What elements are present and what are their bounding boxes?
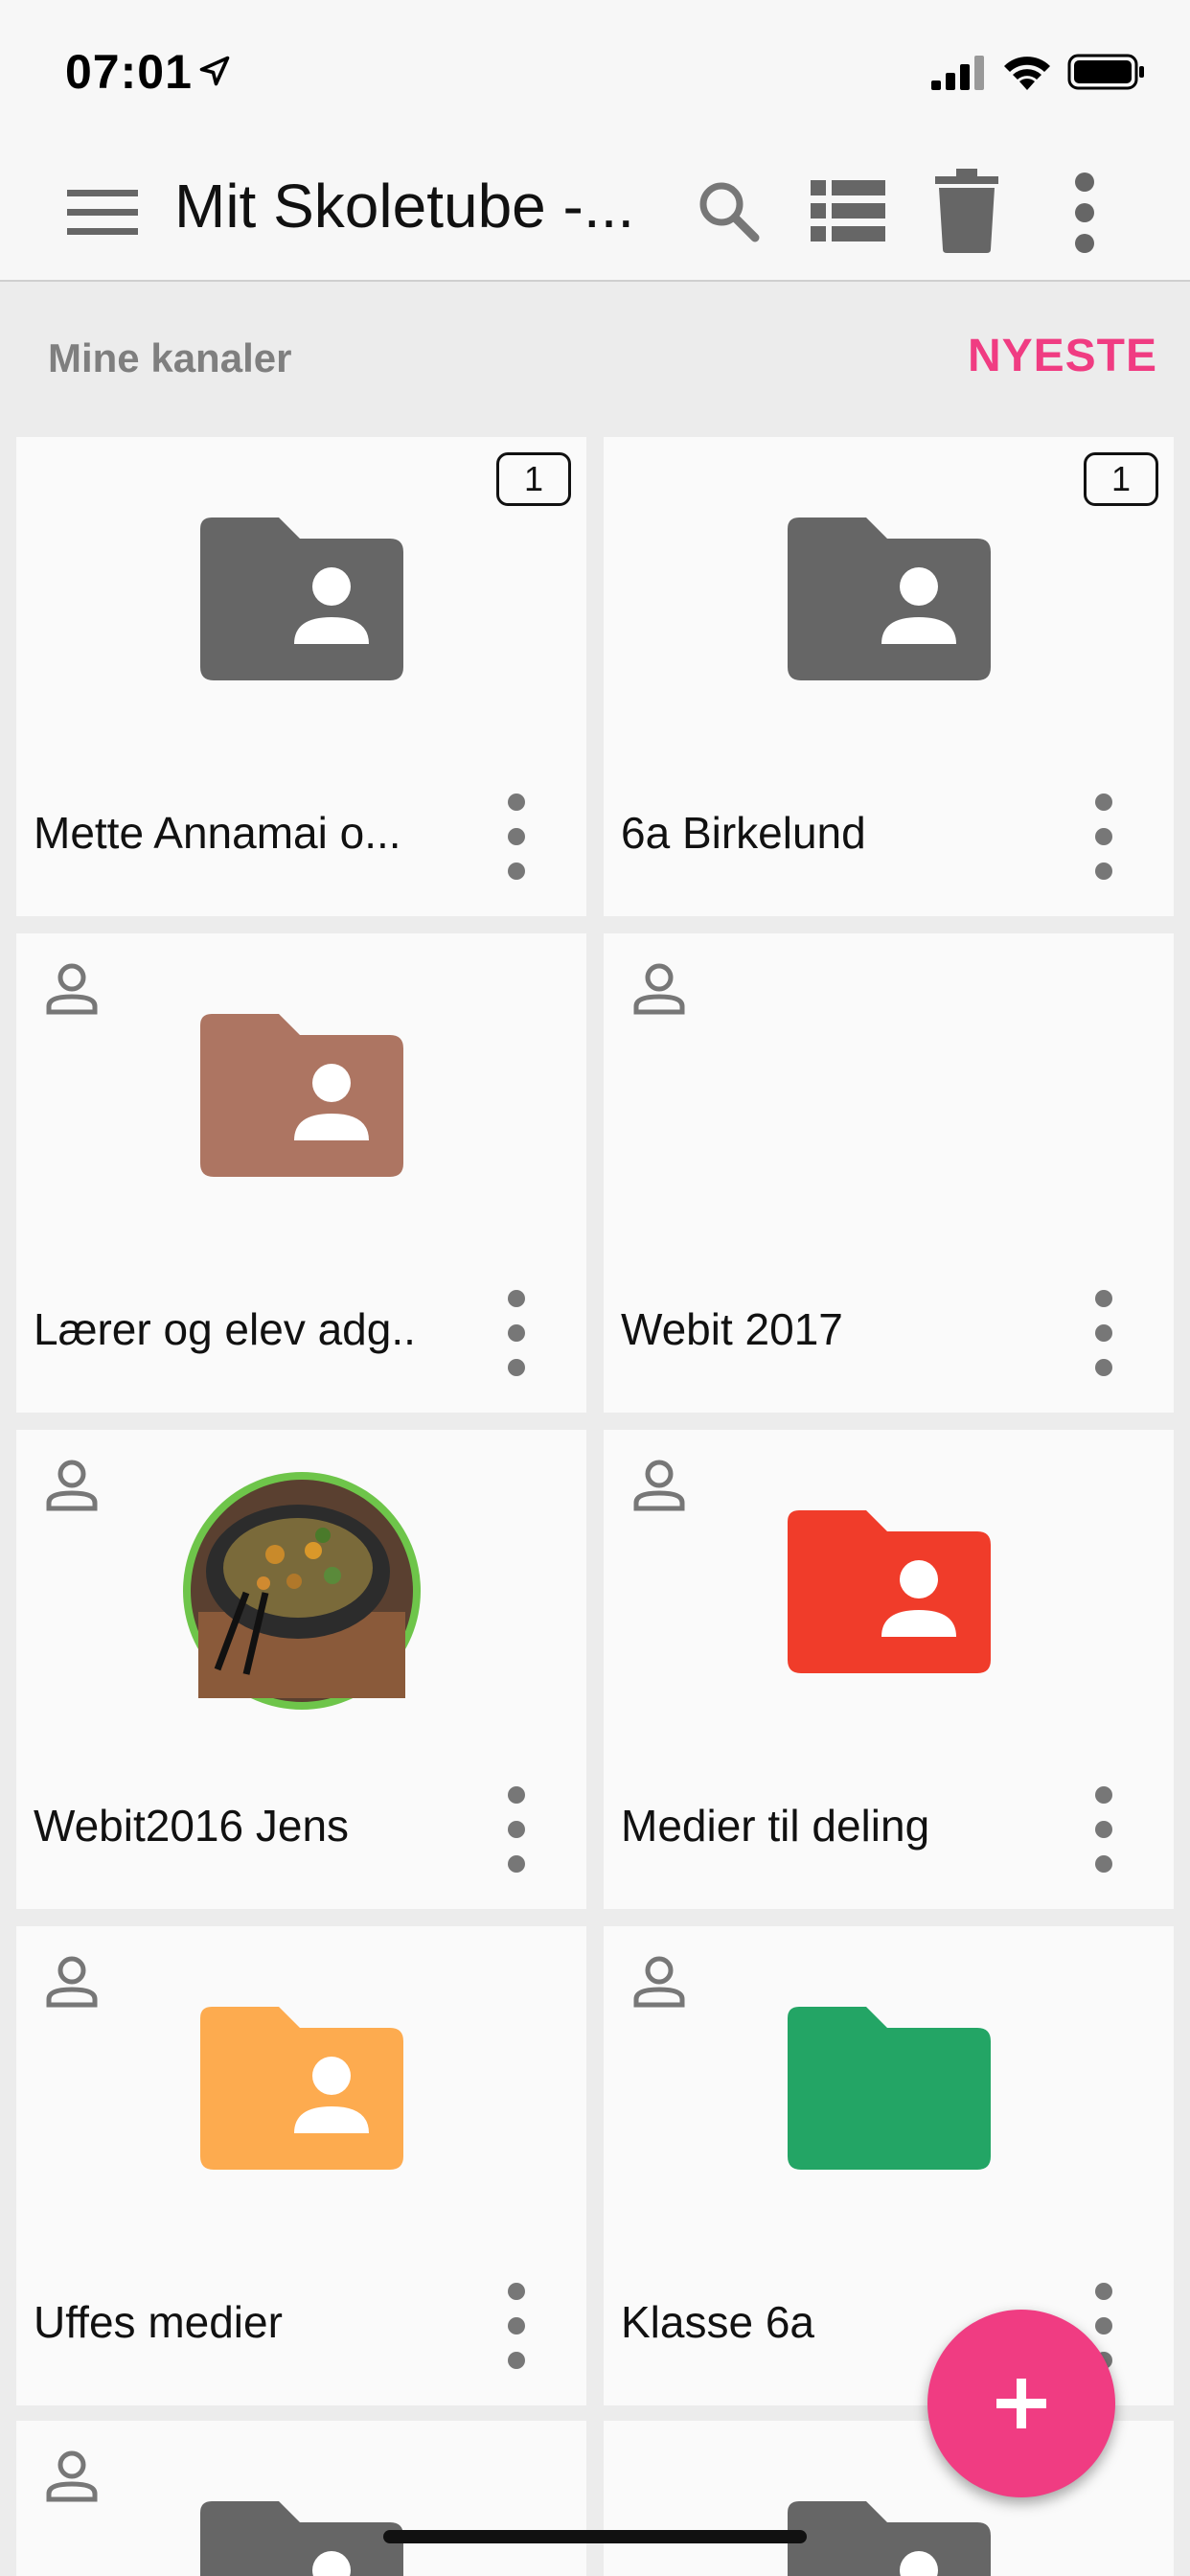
food-thumbnail	[183, 1472, 421, 1710]
more-options-icon[interactable]	[1071, 172, 1098, 253]
channel-card[interactable]: Lærer og elev adg...	[16, 933, 586, 1413]
search-icon[interactable]	[696, 178, 761, 243]
add-channel-button[interactable]	[927, 2310, 1115, 2497]
plus-icon	[996, 2379, 1046, 2428]
card-more-icon[interactable]	[508, 2283, 527, 2369]
folder-person-icon	[200, 2007, 403, 2170]
card-more-icon[interactable]	[508, 1786, 527, 1873]
channel-name: Klasse 6a	[621, 2297, 815, 2347]
trash-icon[interactable]	[933, 169, 1000, 253]
folder-icon	[788, 2007, 991, 2170]
card-more-icon[interactable]	[1095, 1290, 1114, 1376]
person-outline-icon	[633, 1460, 685, 1511]
channel-name: Webit2016 Jens	[34, 1801, 350, 1851]
channel-card[interactable]: Klasse 6a	[604, 1926, 1174, 2405]
channel-name: Medier til deling	[621, 1801, 930, 1851]
folder-person-icon	[788, 518, 991, 680]
sort-button[interactable]: NYESTE	[968, 330, 1157, 382]
card-more-icon[interactable]	[508, 1290, 527, 1376]
folder-person-icon	[200, 1014, 403, 1177]
channel-card[interactable]: Medier til deling	[604, 1430, 1174, 1909]
hamburger-menu-icon[interactable]	[65, 184, 142, 242]
person-outline-icon	[46, 963, 98, 1015]
list-view-icon[interactable]	[811, 178, 887, 245]
card-more-icon[interactable]	[1095, 1786, 1114, 1873]
channel-name: Lærer og elev adg...	[34, 1304, 417, 1354]
channel-card[interactable]: Uffes medier	[16, 1926, 586, 2405]
card-more-icon[interactable]	[1095, 794, 1114, 880]
person-outline-icon	[633, 1956, 685, 2008]
folder-person-icon	[200, 518, 403, 680]
channel-name: Webit 2017	[621, 1304, 843, 1354]
location-arrow-icon	[199, 56, 230, 86]
folder-person-icon	[788, 1510, 991, 1673]
count-badge: 1	[496, 452, 571, 506]
home-indicator[interactable]	[383, 2530, 807, 2543]
channel-card[interactable]: Webit 2017	[604, 933, 1174, 1413]
app-bar: Mit Skoletube -...	[0, 142, 1190, 282]
wifi-icon	[1004, 57, 1050, 90]
battery-icon	[1067, 54, 1144, 90]
channel-name: Mette Annamai o...	[34, 808, 401, 858]
status-time: 07:01	[65, 45, 193, 99]
cellular-signal-icon	[931, 56, 984, 90]
channel-card[interactable]: 1 6a Birkelund	[604, 437, 1174, 916]
person-outline-icon	[46, 2450, 98, 2502]
count-badge: 1	[1084, 452, 1158, 506]
channel-card[interactable]: Webit2016 Jens	[16, 1430, 586, 1909]
person-outline-icon	[46, 1460, 98, 1511]
folder-person-icon	[200, 2501, 403, 2576]
section-title: Mine kanaler	[48, 335, 292, 380]
person-outline-icon	[633, 963, 685, 1015]
page-title: Mit Skoletube -...	[174, 172, 635, 241]
person-outline-icon	[46, 1956, 98, 2008]
section-header: Mine kanaler NYESTE	[0, 282, 1190, 427]
status-bar: 07:01	[0, 0, 1190, 142]
channel-card[interactable]: 1 Mette Annamai o...	[16, 437, 586, 916]
channel-card[interactable]	[16, 2421, 586, 2576]
channel-name: Uffes medier	[34, 2297, 283, 2347]
folder-person-icon	[788, 2501, 991, 2576]
channel-name: 6a Birkelund	[621, 808, 866, 858]
card-more-icon[interactable]	[508, 794, 527, 880]
